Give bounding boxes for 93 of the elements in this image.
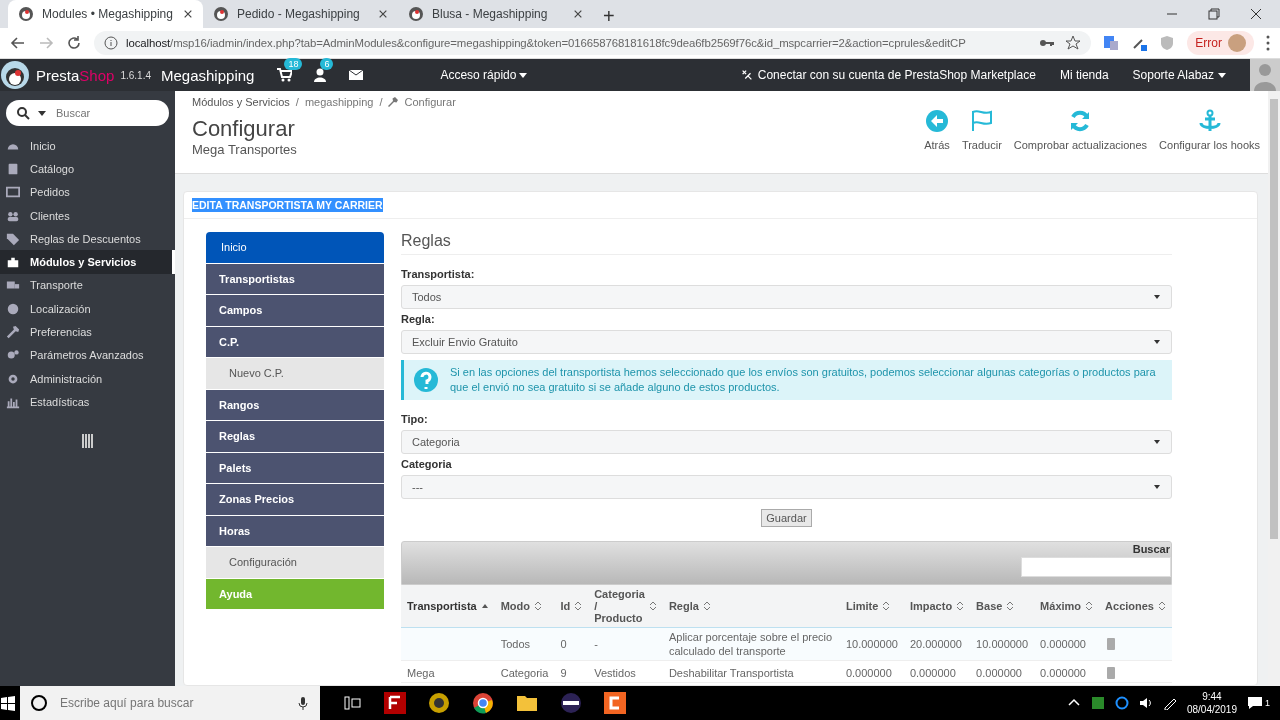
count-badge: 6 — [320, 58, 334, 70]
sidebar-item[interactable]: Localización — [0, 297, 175, 321]
table-cell: 0.000000 — [845, 667, 892, 679]
save-button[interactable]: Guardar — [761, 509, 812, 527]
toolbar-button[interactable]: Atrás — [924, 109, 950, 151]
column-header[interactable]: Limite — [845, 600, 879, 612]
select-field[interactable]: --- — [401, 475, 1172, 499]
sidebar-item[interactable]: Reglas de Descuentos — [0, 227, 175, 251]
menu-item[interactable]: Palets — [206, 452, 384, 483]
column-header[interactable]: Modo — [500, 600, 530, 612]
menu-item[interactable]: Zonas Precios — [206, 484, 384, 515]
table-cell: 0.000000 — [976, 667, 1022, 679]
menu-item[interactable]: Configuración — [206, 547, 384, 578]
table-cell: Categoria — [500, 667, 549, 679]
toolbar-button[interactable]: Traducir — [961, 109, 1002, 151]
marketplace-link[interactable]: Conectar con su cuenta de PrestaShop Marketplace — [739, 68, 1036, 82]
column-header[interactable]: Id — [560, 600, 571, 612]
sidebar-item[interactable]: Catálogo — [0, 157, 175, 181]
search-input[interactable]: Escribe aquí para buscar — [58, 687, 286, 719]
page-subtitle: Mega Transportes — [192, 142, 298, 157]
breadcrumb-separator: / — [295, 96, 299, 108]
select-field[interactable]: Todos — [401, 285, 1172, 309]
sidebar-item[interactable]: Transporte — [0, 273, 175, 298]
field-label: Tipo: — [401, 413, 429, 426]
page-title: Configurar — [192, 116, 296, 142]
menu-item[interactable]: Horas — [206, 515, 384, 546]
menu-item[interactable]: Rangos — [206, 389, 384, 420]
sidebar-item[interactable]: Pedidos — [0, 180, 175, 204]
version-text: 1.6.1.4 — [120, 69, 151, 81]
shop-name: Megashipping — [161, 66, 255, 84]
toolbar-button[interactable]: Comprobar actualizaciones — [1013, 109, 1148, 151]
table-cell: Deshabilitar Transportista — [668, 667, 794, 679]
sidebar-item[interactable]: Parámetros Avanzados — [0, 343, 175, 367]
table-cell: - — [594, 638, 598, 650]
my-shop-link[interactable]: Mi tienda — [1059, 68, 1109, 82]
new-tab-button[interactable]: + — [593, 5, 625, 28]
notification-button[interactable]: 1 — [1247, 695, 1270, 711]
field-label: Transportista: — [401, 268, 476, 281]
menu-item[interactable]: Reglas — [206, 421, 384, 452]
table-cell: 20.000000 — [909, 638, 962, 650]
quick-access-menu[interactable]: Acceso rápido — [434, 67, 534, 83]
table-cell: 0 — [560, 638, 567, 650]
field-label: Regla: — [401, 313, 436, 326]
browser-tab[interactable]: Blusa - Megashipping — [398, 0, 593, 28]
breadcrumb-item[interactable]: megashipping — [304, 96, 374, 108]
column-header[interactable]: Impacto — [909, 600, 953, 612]
menu-item[interactable]: Inicio — [206, 232, 384, 263]
sidebar-item[interactable]: Estadísticas — [0, 390, 175, 414]
address-bar[interactable]: localhost/msp16/iadmin/index.php?tab=AdminModules&configure=megashipping&token=016658768181618fc9dea6fb2569f76c&id_mspcarrier=2&action=cprules&editCP — [94, 31, 1092, 55]
search-field[interactable]: Buscar — [6, 100, 169, 126]
breadcrumb-item[interactable]: Configurar — [404, 96, 456, 108]
profile-button[interactable]: Error — [1187, 31, 1254, 55]
table-cell: 0.000000 — [909, 667, 956, 679]
search-input[interactable]: Buscar — [54, 101, 159, 125]
select-field[interactable]: Excluir Envio Gratuito — [401, 330, 1172, 354]
table-cell: Vestidos — [594, 667, 636, 679]
clock[interactable]: 9:44 08/04/2019 — [1186, 690, 1237, 716]
form-title: Reglas — [401, 232, 1172, 255]
table-cell: Aplicar porcentaje sobre el precio calculado del transporte — [668, 631, 833, 657]
toolbar-button[interactable]: Configurar los hooks — [1159, 109, 1260, 151]
breadcrumb-item[interactable]: Módulos y Servicios — [192, 96, 290, 108]
brand-name: PrestaShop — [36, 66, 115, 84]
sidebar-item[interactable]: Módulos y Servicios — [0, 250, 175, 274]
select-field[interactable]: Categoria — [401, 430, 1172, 454]
sidebar-item[interactable]: Inicio — [0, 134, 175, 158]
browser-tab[interactable]: Modules • Megashipping — [8, 0, 203, 28]
breadcrumb-separator: / — [379, 96, 383, 108]
column-header[interactable]: Acciones — [1105, 600, 1154, 612]
table-cell: 10.000000 — [976, 638, 1029, 650]
panel-heading: EDITA TRANSPORTISTA MY CARRIER — [192, 198, 383, 212]
count-badge: 18 — [284, 58, 303, 70]
sidebar-item[interactable]: Preferencias — [0, 320, 175, 344]
menu-item[interactable]: Campos — [206, 295, 384, 326]
column-header[interactable]: Regla — [668, 600, 699, 612]
table-cell: 0.000000 — [1040, 667, 1086, 679]
column-header[interactable]: Máximo — [1040, 600, 1082, 612]
sidebar-item[interactable]: Administración — [0, 366, 175, 391]
table-cell: Todos — [500, 638, 531, 650]
menu-item[interactable]: Transportistas — [206, 263, 384, 294]
search-label: Buscar — [1132, 542, 1171, 555]
table-cell: 9 — [560, 667, 567, 679]
column-header[interactable]: Base — [976, 600, 1003, 612]
table-cell: Mega — [407, 667, 435, 679]
menu-item[interactable]: C.P. — [206, 326, 384, 357]
field-label: Categoria — [401, 458, 453, 471]
employee-menu[interactable]: Soporte Alabaz — [1132, 68, 1226, 82]
table-cell: 0.000000 — [1040, 638, 1086, 650]
info-text: Si en las opciones del transportista hemos seleccionado que los envíos son gratuitos, podemos seleccionar algunas categorías o productos para que el envió no sea gratuito si se añade alguno de estos productos. — [450, 365, 1157, 395]
table-cell: 10.000000 — [845, 638, 898, 650]
menu-item[interactable]: Nuevo C.P. — [206, 358, 384, 389]
browser-tab[interactable]: Pedido - Megashipping — [203, 0, 398, 28]
taskbar-search[interactable]: Escribe aquí para buscar — [20, 686, 320, 720]
sidebar-item[interactable]: Clientes — [0, 203, 175, 228]
